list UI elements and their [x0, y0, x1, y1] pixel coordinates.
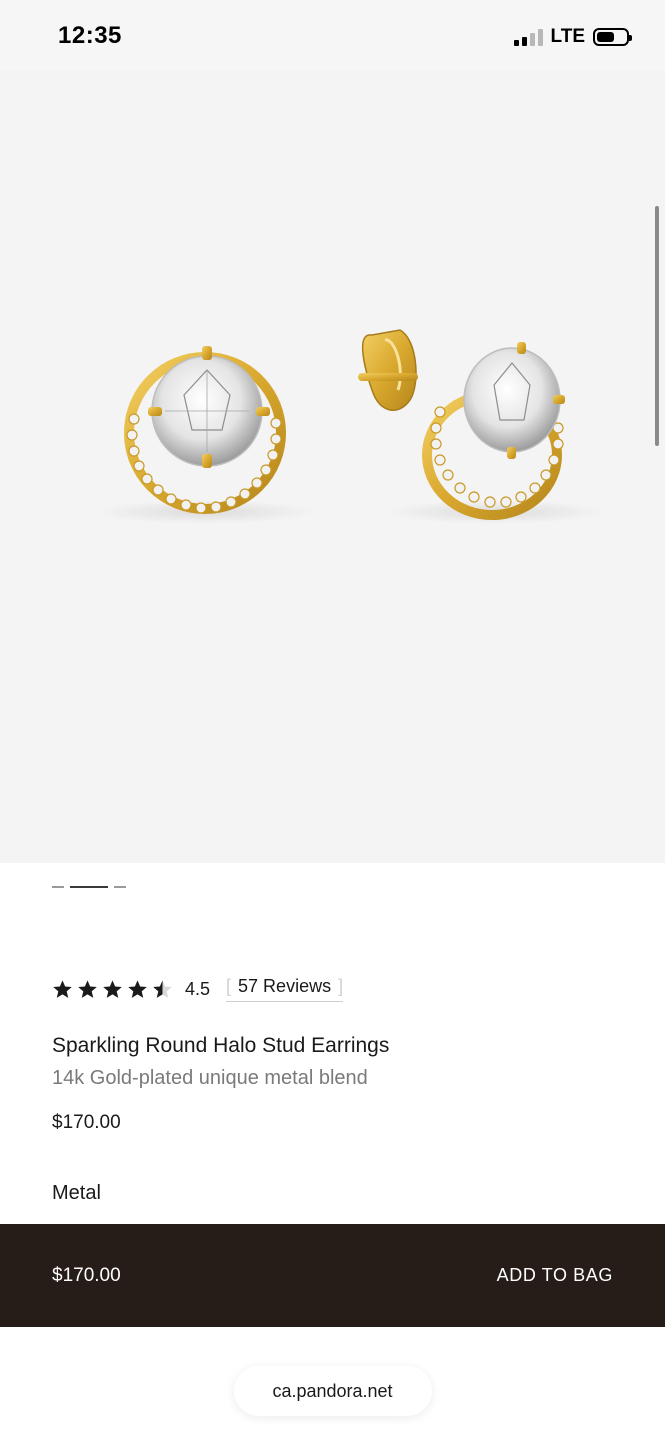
star-icon	[78, 979, 97, 998]
right-earring	[358, 329, 565, 520]
star-rating	[52, 979, 173, 1000]
reviews-link[interactable]: 57 Reviews	[226, 976, 343, 1002]
status-bar: 12:35 LTE	[0, 0, 665, 70]
browser-url-bar[interactable]: ca.pandora.net	[233, 1366, 432, 1416]
rating-summary: 4.5 57 Reviews	[52, 976, 343, 1002]
star-icon	[53, 979, 72, 998]
signal-icon	[513, 28, 543, 46]
network-label: LTE	[550, 26, 585, 47]
product-title: Sparkling Round Halo Stud Earrings	[52, 1034, 390, 1057]
product-price: $170.00	[52, 1112, 121, 1133]
battery-fill	[597, 32, 615, 42]
left-earring	[124, 346, 286, 514]
carousel-dot[interactable]	[114, 886, 126, 888]
carousel-indicator	[52, 886, 126, 888]
product-subtitle: 14k Gold-plated unique metal blend	[52, 1067, 368, 1089]
carousel-dot[interactable]	[52, 886, 64, 888]
star-icon	[128, 979, 147, 998]
star-half-icon	[153, 979, 172, 998]
battery-icon	[593, 28, 632, 46]
add-to-bag-button[interactable]: ADD TO BAG	[497, 1265, 613, 1286]
metal-label: Metal	[52, 1182, 101, 1204]
rating-value: 4.5	[185, 978, 211, 999]
add-to-bag-bar: $170.00 ADD TO BAG	[0, 1224, 665, 1327]
status-time: 12:35	[58, 22, 122, 49]
status-icons: LTE	[513, 26, 632, 48]
cta-price: $170.00	[52, 1264, 121, 1286]
scrollbar[interactable]	[655, 206, 659, 446]
product-image	[95, 329, 605, 524]
product-image-gallery[interactable]	[0, 70, 665, 863]
carousel-dot-active[interactable]	[70, 886, 108, 888]
star-icon	[103, 979, 122, 998]
